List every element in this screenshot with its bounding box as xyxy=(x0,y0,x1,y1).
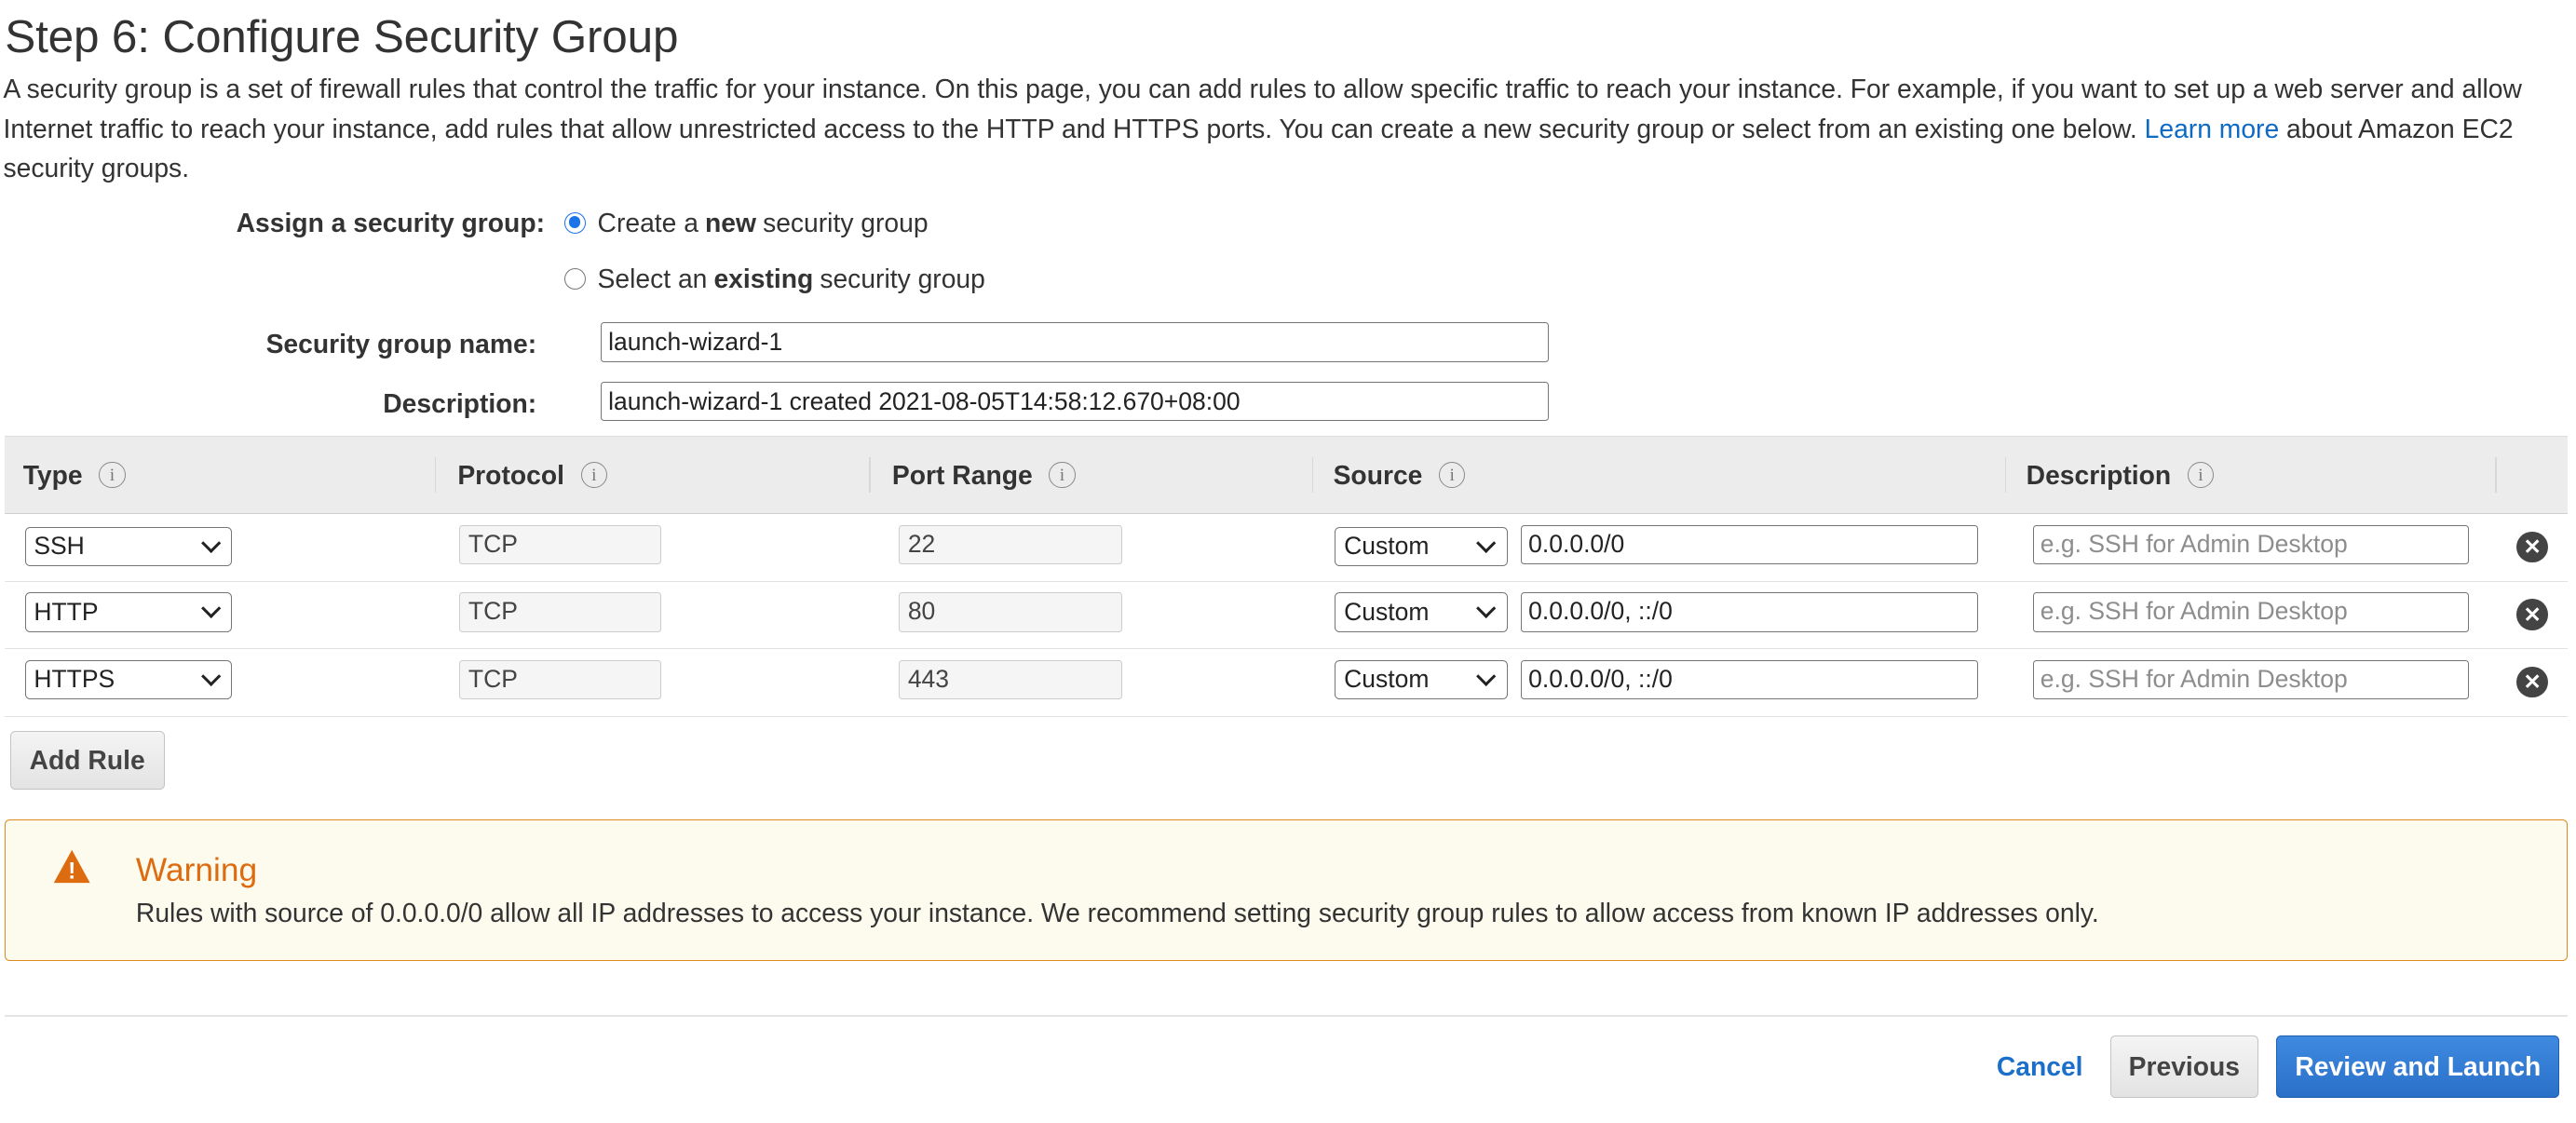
type-select[interactable]: HTTP xyxy=(24,592,233,632)
port-range-field: 80 xyxy=(898,592,1123,632)
col-port-range-header: Port Range i xyxy=(892,437,1076,512)
previous-button[interactable]: Previous xyxy=(2109,1035,2258,1098)
col-protocol-label: Protocol xyxy=(457,459,564,490)
group-name-label: Security group name: xyxy=(265,329,537,359)
rule-description-input[interactable]: e.g. SSH for Admin Desktop xyxy=(2032,524,2470,565)
protocol-field: TCP xyxy=(459,524,662,565)
type-select-value: SSH xyxy=(34,532,85,561)
group-name-input[interactable] xyxy=(601,322,1550,362)
type-select[interactable]: SSH xyxy=(24,526,233,566)
review-and-launch-button[interactable]: Review and Launch xyxy=(2276,1035,2560,1098)
source-cidr-input[interactable]: 0.0.0.0/0, ::/0 xyxy=(1521,592,1979,632)
protocol-field: TCP xyxy=(459,592,662,632)
radio-create-new-button[interactable] xyxy=(564,211,587,234)
learn-more-link[interactable]: Learn more xyxy=(2145,114,2280,143)
warning-text: Rules with source of 0.0.0.0/0 allow all… xyxy=(135,898,2099,928)
footer-divider xyxy=(5,1015,2569,1018)
col-description-header: Description i xyxy=(2026,437,2215,512)
group-description-input[interactable] xyxy=(601,382,1550,422)
column-divider xyxy=(434,456,437,494)
remove-rule-icon[interactable]: ✕ xyxy=(2516,599,2548,630)
group-description-label: Description: xyxy=(383,388,537,419)
chevron-down-icon xyxy=(1476,666,1497,687)
protocol-field: TCP xyxy=(459,659,662,700)
col-source-label: Source xyxy=(1333,459,1423,490)
radio-select-existing-text: Select an xyxy=(597,263,708,293)
info-icon[interactable]: i xyxy=(2187,461,2215,489)
chevron-down-icon xyxy=(200,666,222,687)
info-icon[interactable]: i xyxy=(99,461,126,489)
type-select[interactable]: HTTPS xyxy=(24,659,233,700)
assign-group-label: Assign a security group: xyxy=(236,207,545,237)
col-type-label: Type xyxy=(22,459,83,490)
radio-select-existing-button[interactable] xyxy=(564,267,587,290)
radio-select-existing-bold: existing xyxy=(713,263,814,293)
port-range-field: 443 xyxy=(898,659,1123,700)
radio-create-new[interactable]: Create a new security group xyxy=(564,207,929,238)
col-type-header: Type i xyxy=(23,437,126,512)
warning-title: Warning xyxy=(135,851,258,888)
chevron-down-icon xyxy=(1476,599,1497,619)
info-icon[interactable]: i xyxy=(1439,461,1466,489)
rule-description-input[interactable]: e.g. SSH for Admin Desktop xyxy=(2032,659,2470,700)
port-range-field: 22 xyxy=(898,524,1123,565)
rules-table-header: Type i Protocol i Port Range i Source i Desc… xyxy=(5,436,2569,514)
warning-icon: ! xyxy=(53,849,90,885)
source-cidr-input[interactable]: 0.0.0.0/0 xyxy=(1521,524,1979,565)
col-port-range-label: Port Range xyxy=(891,459,1033,490)
column-divider xyxy=(1311,456,1314,494)
radio-create-new-text: Create a xyxy=(597,207,698,237)
source-mode-value: Custom xyxy=(1344,597,1430,626)
intro-paragraph: A security group is a set of firewall ru… xyxy=(4,69,2558,187)
warning-box: ! Warning Rules with source of 0.0.0.0/0… xyxy=(5,819,2569,962)
table-row: HTTPS TCP 443 Custom 0.0.0.0/0, ::/0 e.g… xyxy=(5,648,2569,717)
source-mode-value: Custom xyxy=(1344,532,1430,561)
info-icon[interactable]: i xyxy=(580,461,607,489)
chevron-down-icon xyxy=(1476,533,1497,554)
source-mode-select[interactable]: Custom xyxy=(1335,592,1508,632)
cancel-link[interactable]: Cancel xyxy=(1997,1051,2083,1082)
col-description-label: Description xyxy=(2026,459,2172,490)
info-icon[interactable]: i xyxy=(1049,461,1076,489)
radio-select-existing-text-end: security group xyxy=(820,263,985,293)
radio-create-new-bold: new xyxy=(705,207,756,237)
table-row: HTTP TCP 80 Custom 0.0.0.0/0, ::/0 e.g. … xyxy=(5,581,2569,650)
source-mode-value: Custom xyxy=(1344,665,1430,694)
col-source-header: Source i xyxy=(1334,437,1466,512)
page-title: Step 6: Configure Security Group xyxy=(5,10,679,62)
col-protocol-header: Protocol i xyxy=(457,437,607,512)
rule-description-input[interactable]: e.g. SSH for Admin Desktop xyxy=(2032,592,2470,632)
column-divider xyxy=(2004,456,2007,494)
source-mode-select[interactable]: Custom xyxy=(1335,659,1508,700)
type-select-value: HTTPS xyxy=(34,665,115,694)
table-row: SSH TCP 22 Custom 0.0.0.0/0 e.g. SSH for… xyxy=(5,513,2569,582)
chevron-down-icon xyxy=(200,533,222,554)
chevron-down-icon xyxy=(200,599,222,619)
remove-rule-icon[interactable]: ✕ xyxy=(2516,666,2548,698)
source-cidr-input[interactable]: 0.0.0.0/0, ::/0 xyxy=(1521,659,1979,700)
radio-select-existing[interactable]: Select an existing security group xyxy=(564,264,985,294)
column-divider xyxy=(869,456,871,494)
add-rule-button[interactable]: Add Rule xyxy=(9,730,165,791)
column-divider xyxy=(2495,456,2498,494)
remove-rule-icon[interactable]: ✕ xyxy=(2516,531,2548,563)
warning-icon-glyph: ! xyxy=(68,859,75,885)
type-select-value: HTTP xyxy=(34,597,99,626)
source-mode-select[interactable]: Custom xyxy=(1335,526,1508,566)
radio-create-new-text-end: security group xyxy=(763,207,929,237)
